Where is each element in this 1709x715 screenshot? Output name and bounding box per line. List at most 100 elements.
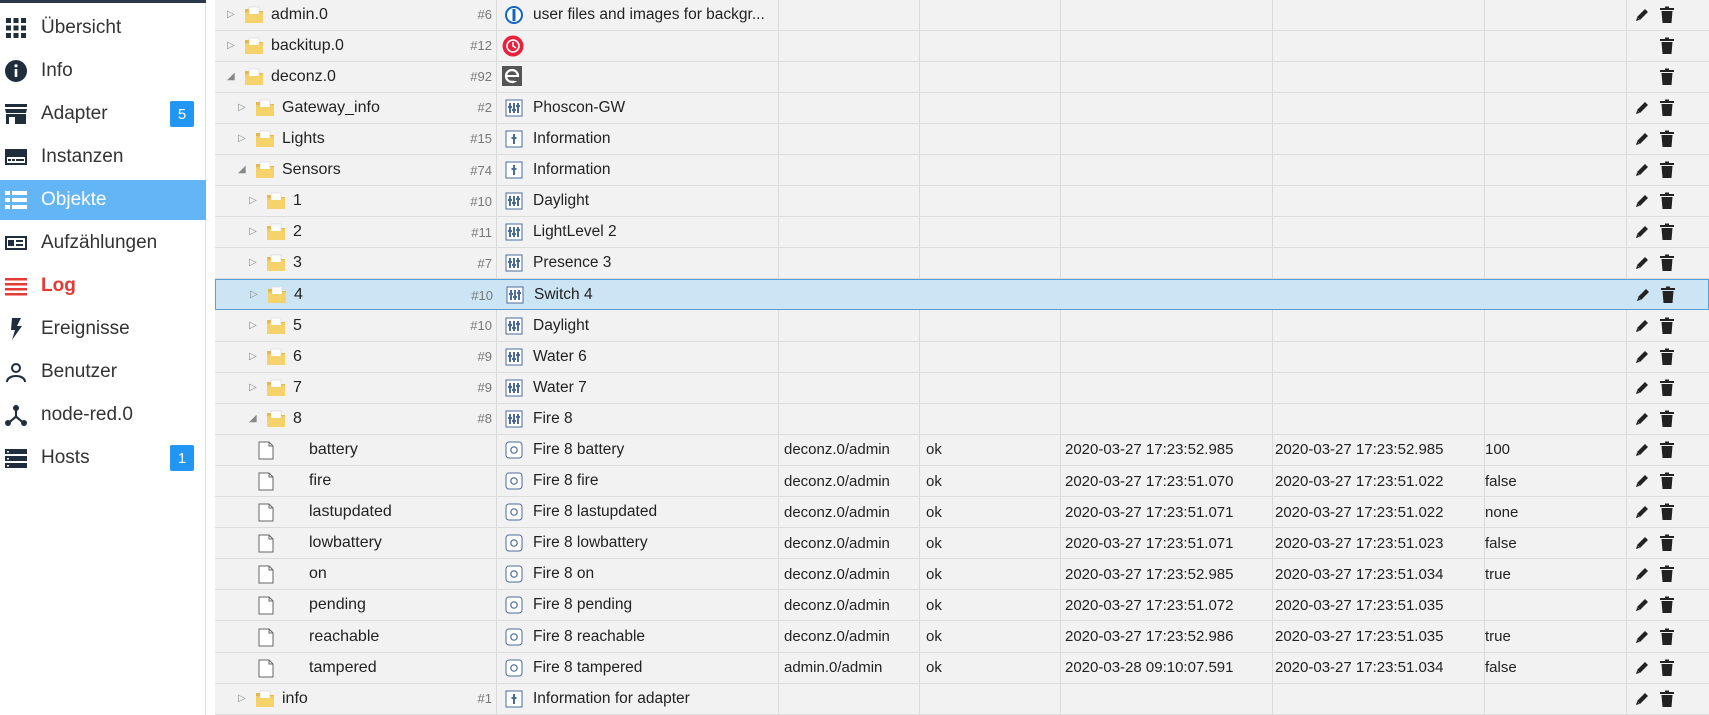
edit-icon[interactable] bbox=[1633, 192, 1651, 210]
table-row[interactable]: pending Fire 8 pending deconz.0/admin ok 202… bbox=[215, 590, 1709, 622]
value-cell: false bbox=[1485, 659, 1517, 677]
table-row[interactable]: ▷ 1 #10 Daylight bbox=[215, 186, 1709, 218]
delete-icon[interactable] bbox=[1659, 472, 1675, 490]
table-row[interactable]: battery Fire 8 battery deconz.0/admin ok 202… bbox=[215, 435, 1709, 466]
delete-icon[interactable] bbox=[1659, 254, 1675, 272]
expand-toggle-closed-icon[interactable]: ▷ bbox=[238, 133, 248, 145]
nav-item--bersicht[interactable]: Übersicht bbox=[0, 8, 206, 48]
delete-icon[interactable] bbox=[1659, 37, 1675, 55]
table-row[interactable]: ◢ deconz.0 #92 bbox=[215, 62, 1709, 93]
edit-icon[interactable] bbox=[1633, 348, 1651, 366]
expand-toggle-closed-icon[interactable]: ▷ bbox=[249, 320, 259, 332]
expand-toggle-open-icon[interactable]: ◢ bbox=[227, 71, 237, 83]
nav-item-log[interactable]: Log bbox=[0, 266, 206, 306]
nav-item-node-red-0[interactable]: node-red.0 bbox=[0, 395, 206, 435]
edit-icon[interactable] bbox=[1634, 286, 1652, 304]
edit-icon[interactable] bbox=[1633, 659, 1651, 677]
edit-icon[interactable] bbox=[1633, 534, 1651, 552]
delete-icon[interactable] bbox=[1659, 628, 1675, 646]
nav-item-ereignisse[interactable]: Ereignisse bbox=[0, 309, 206, 349]
delete-icon[interactable] bbox=[1659, 690, 1675, 708]
edit-icon[interactable] bbox=[1633, 690, 1651, 708]
delete-icon[interactable] bbox=[1659, 503, 1675, 521]
value-cell: true bbox=[1485, 565, 1511, 583]
table-row[interactable]: ▷ Lights #15 Information bbox=[215, 124, 1709, 155]
expand-toggle-open-icon[interactable]: ◢ bbox=[238, 164, 248, 176]
table-row[interactable]: ▷ 6 #9 Water 6 bbox=[215, 342, 1709, 373]
table-row[interactable]: ▷ 4 #10 Switch 4 bbox=[215, 279, 1709, 311]
delete-icon[interactable] bbox=[1659, 410, 1675, 428]
table-row[interactable]: ▷ 3 #7 Presence 3 bbox=[215, 248, 1709, 280]
table-row[interactable]: ◢ 8 #8 Fire 8 bbox=[215, 404, 1709, 435]
delete-icon[interactable] bbox=[1660, 286, 1676, 304]
expand-toggle-closed-icon[interactable]: ▷ bbox=[249, 382, 259, 394]
edit-icon[interactable] bbox=[1633, 99, 1651, 117]
edit-icon[interactable] bbox=[1633, 472, 1651, 490]
nav-item-objekte[interactable]: Objekte bbox=[0, 180, 206, 220]
table-row[interactable]: tampered Fire 8 tampered admin.0/admin ok 20… bbox=[215, 653, 1709, 684]
edit-icon[interactable] bbox=[1633, 130, 1651, 148]
nav-item-adapter[interactable]: Adapter 5 bbox=[0, 94, 206, 134]
delete-icon[interactable] bbox=[1659, 223, 1675, 241]
nav-item-info[interactable]: Info bbox=[0, 51, 206, 91]
edit-icon[interactable] bbox=[1633, 317, 1651, 335]
table-row[interactable]: ▷ 2 #11 LightLevel 2 bbox=[215, 217, 1709, 249]
object-name: Gateway_info bbox=[282, 98, 380, 116]
nav-item-instanzen[interactable]: Instanzen bbox=[0, 137, 206, 177]
delete-icon[interactable] bbox=[1659, 161, 1675, 179]
table-row[interactable]: reachable Fire 8 reachable deconz.0/admin o… bbox=[215, 622, 1709, 653]
table-row[interactable]: ▷ 5 #10 Daylight bbox=[215, 311, 1709, 342]
table-row[interactable]: lowbattery Fire 8 lowbattery deconz.0/admi… bbox=[215, 528, 1709, 560]
table-row[interactable]: ▷ 7 #9 Water 7 bbox=[215, 373, 1709, 404]
edit-icon[interactable] bbox=[1633, 503, 1651, 521]
expand-toggle-closed-icon[interactable]: ▷ bbox=[249, 351, 259, 363]
edit-icon[interactable] bbox=[1633, 161, 1651, 179]
edit-icon[interactable] bbox=[1633, 6, 1651, 24]
from-cell: deconz.0/admin bbox=[784, 628, 890, 645]
delete-icon[interactable] bbox=[1659, 659, 1675, 677]
delete-icon[interactable] bbox=[1659, 99, 1675, 117]
expand-toggle-closed-icon[interactable]: ▷ bbox=[238, 693, 248, 705]
delete-icon[interactable] bbox=[1659, 130, 1675, 148]
table-row[interactable]: lastupdated Fire 8 lastupdated deconz.0/ad… bbox=[215, 497, 1709, 529]
table-row[interactable]: on Fire 8 on deconz.0/admin ok 2020-03-27 17… bbox=[215, 559, 1709, 591]
expand-toggle-closed-icon[interactable]: ▷ bbox=[249, 195, 259, 207]
expand-toggle-closed-icon[interactable]: ▷ bbox=[238, 102, 248, 114]
delete-icon[interactable] bbox=[1659, 68, 1675, 86]
edit-icon[interactable] bbox=[1633, 223, 1651, 241]
table-row[interactable]: ▷ info #1 Information for adapter bbox=[215, 684, 1709, 715]
edit-icon[interactable] bbox=[1633, 441, 1651, 459]
edit-icon[interactable] bbox=[1633, 565, 1651, 583]
expand-toggle-open-icon[interactable]: ◢ bbox=[249, 413, 259, 425]
expand-toggle-closed-icon[interactable]: ▷ bbox=[249, 226, 259, 238]
value-cell: false bbox=[1485, 534, 1517, 552]
delete-icon[interactable] bbox=[1659, 317, 1675, 335]
delete-icon[interactable] bbox=[1659, 192, 1675, 210]
table-row[interactable]: ▷ admin.0 #6 user files and images for back… bbox=[215, 0, 1709, 31]
edit-icon[interactable] bbox=[1633, 254, 1651, 272]
table-row[interactable]: ▷ Gateway_info #2 Phoscon-GW bbox=[215, 93, 1709, 124]
delete-icon[interactable] bbox=[1659, 441, 1675, 459]
table-row[interactable]: fire Fire 8 fire deconz.0/admin ok 2020-03-2… bbox=[215, 466, 1709, 497]
expand-toggle-closed-icon[interactable]: ▷ bbox=[227, 9, 237, 21]
delete-icon[interactable] bbox=[1659, 534, 1675, 552]
expand-toggle-closed-icon[interactable]: ▷ bbox=[250, 289, 260, 301]
delete-icon[interactable] bbox=[1659, 565, 1675, 583]
table-row[interactable]: ▷ backitup.0 #12 bbox=[215, 31, 1709, 62]
table-row[interactable]: ◢ Sensors #74 Information bbox=[215, 155, 1709, 186]
edit-icon[interactable] bbox=[1633, 410, 1651, 428]
nav-item-aufz-hlungen[interactable]: Aufzählungen bbox=[0, 223, 206, 263]
edit-icon[interactable] bbox=[1633, 379, 1651, 397]
delete-icon[interactable] bbox=[1659, 379, 1675, 397]
delete-icon[interactable] bbox=[1659, 596, 1675, 614]
expand-toggle-closed-icon[interactable]: ▷ bbox=[227, 40, 237, 52]
folder-icon bbox=[266, 223, 286, 241]
edit-icon[interactable] bbox=[1633, 628, 1651, 646]
expand-toggle-closed-icon[interactable]: ▷ bbox=[249, 257, 259, 269]
nav-item-benutzer[interactable]: Benutzer bbox=[0, 352, 206, 392]
file-icon bbox=[258, 659, 274, 678]
edit-icon[interactable] bbox=[1633, 596, 1651, 614]
delete-icon[interactable] bbox=[1659, 6, 1675, 24]
nav-item-hosts[interactable]: Hosts 1 bbox=[0, 438, 206, 478]
delete-icon[interactable] bbox=[1659, 348, 1675, 366]
